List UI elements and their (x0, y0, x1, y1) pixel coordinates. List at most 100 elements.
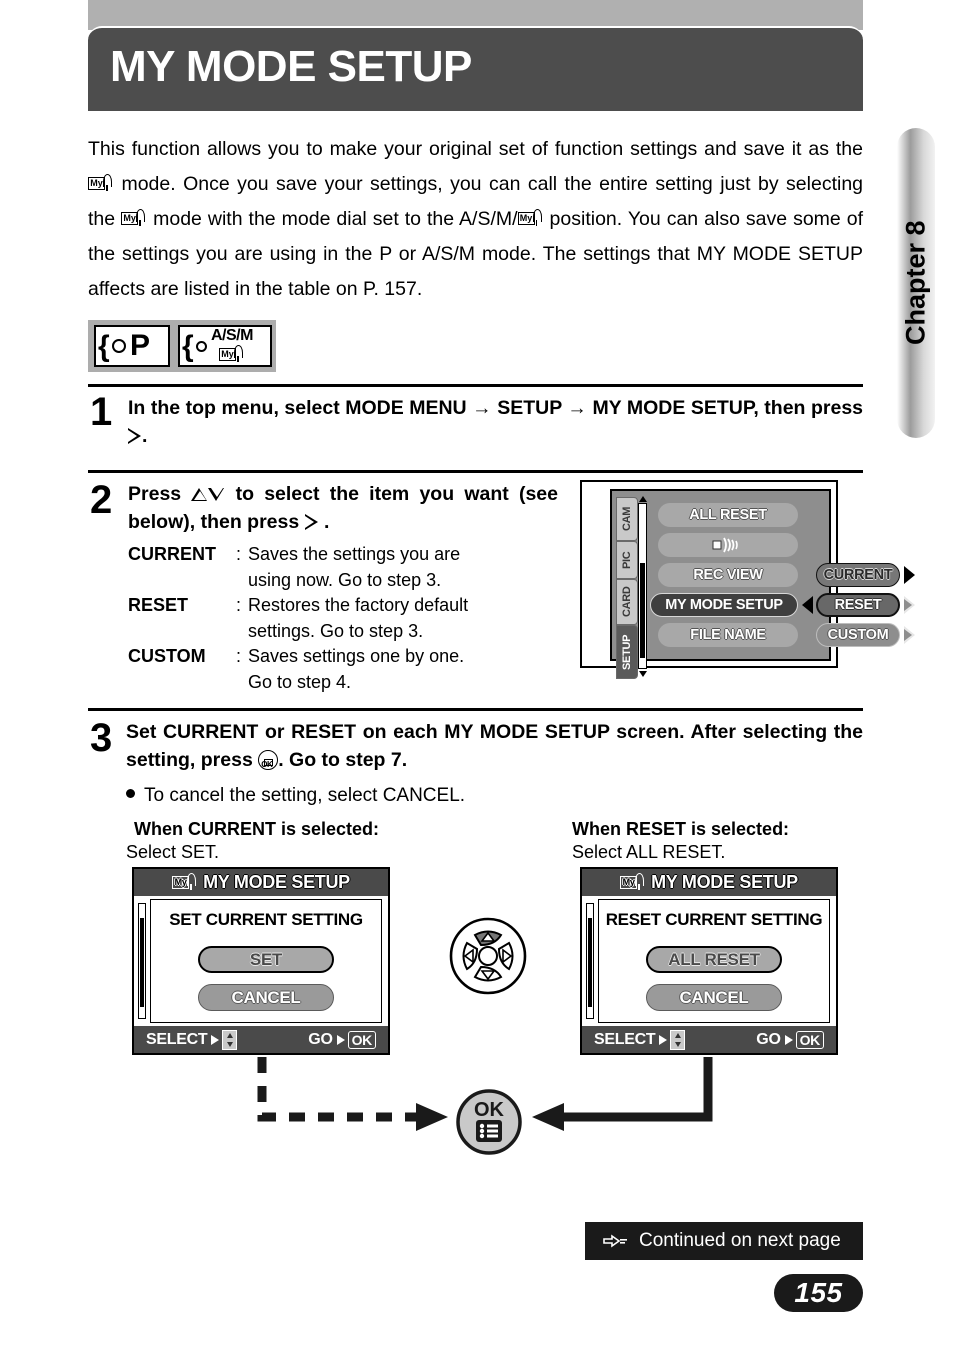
divider-rule-1 (88, 384, 863, 387)
my-mode-icon: My (172, 873, 198, 892)
speaker-icon (712, 537, 738, 553)
bullet-dot-icon (126, 789, 135, 798)
dialog-left-go-label: GO (308, 1030, 333, 1048)
menu-tab-card[interactable]: CARD (616, 579, 638, 625)
right-arrow-glyph-icon (211, 1034, 220, 1045)
dialog-left-set-button[interactable]: SET (198, 946, 334, 973)
brace-glyph: { (98, 330, 110, 363)
menu-item-file-name-label: FILE NAME (690, 627, 766, 643)
right-arrow-button-icon (128, 428, 142, 444)
page-title: MY MODE SETUP (110, 42, 472, 91)
dialog-right-all-reset-label: ALL RESET (668, 949, 760, 969)
menu-option-current[interactable]: CURRENT (816, 563, 900, 587)
intro-text-part1: This function allows you to make your or… (88, 138, 863, 160)
pointing-hand-icon (603, 1234, 627, 1248)
my-mode-icon: My (620, 873, 646, 892)
up-down-stepper-icon (222, 1029, 238, 1050)
definition-continuation: Go to step 4. (248, 671, 352, 692)
continued-banner: Continued on next page (585, 1222, 863, 1260)
step-1-text-c: MY MODE SETUP, then press (592, 397, 864, 419)
dialog-right-select-hint: SELECT (594, 1029, 686, 1050)
four-way-arrow-pad[interactable] (449, 917, 527, 995)
menu-item-all-reset[interactable]: ALL RESET (658, 503, 798, 527)
right-arrow-outline-icon (904, 596, 916, 614)
menu-tab-cam[interactable]: CAM (616, 497, 638, 541)
dialog-left-select-label: SELECT (146, 1030, 208, 1048)
definition-description: Saves the settings you are (248, 544, 461, 564)
continued-banner-text: Continued on next page (639, 1230, 841, 1251)
dialog-right-heading: RESET CURRENT SETTING (605, 910, 823, 929)
mode-dial-p-label: P (130, 329, 151, 362)
dialog-right-body: RESET CURRENT SETTING ALL RESET CANCEL (598, 899, 830, 1023)
dialog-right-cancel-label: CANCEL (679, 987, 749, 1007)
menu-tab-pic[interactable]: PIC (616, 541, 638, 579)
step-3-bullet: To cancel the setting, select CANCEL. (126, 782, 863, 810)
dialog-right-cancel-button[interactable]: CANCEL (646, 984, 782, 1011)
step-2-text: Press to select the item you want (see b… (128, 480, 558, 536)
menu-option-custom[interactable]: CUSTOM (816, 623, 900, 647)
menu-option-reset[interactable]: RESET (816, 593, 900, 617)
step-3-text-b: . Go to step 7. (278, 749, 408, 771)
divider-rule-3 (88, 708, 863, 711)
brace-glyph: { (182, 330, 194, 363)
my-mode-icon-hook (187, 873, 197, 890)
menu-tab-setup[interactable]: SETUP (616, 625, 638, 679)
definition-colon: : (236, 544, 242, 564)
dialog-left-title-bar: My MY MODE SETUP (134, 869, 388, 896)
menu-item-my-mode-setup[interactable]: MY MODE SETUP (650, 593, 798, 617)
menu-scrollbar[interactable] (638, 503, 647, 669)
definition-description: Saves settings one by one. (248, 646, 465, 666)
up-arrow-button-icon (191, 487, 208, 502)
definition-description: Restores the factory default (248, 595, 469, 615)
step-2-definition-list: CURRENT : Saves the settings you are usi… (128, 542, 558, 695)
step-3-bullet-text: To cancel the setting, select CANCEL. (144, 785, 466, 806)
step-2-block: Press to select the item you want (see b… (128, 480, 558, 695)
ok-menu-button[interactable]: OK (456, 1089, 522, 1155)
menu-scrollbar-thumb[interactable] (640, 563, 645, 659)
dialog-left-cancel-button[interactable]: CANCEL (198, 984, 334, 1011)
dialog-left-scrollbar[interactable] (138, 903, 146, 1019)
scroll-down-arrow-icon[interactable] (639, 671, 647, 677)
dial-dot-icon (112, 339, 126, 353)
definition-colon: : (236, 595, 242, 615)
dashed-connector-arrow (257, 1057, 448, 1131)
my-mode-icon-hook (532, 209, 542, 226)
definition-term: RESET (128, 595, 189, 615)
definition-term: CUSTOM (128, 646, 206, 666)
left-arrow-indicator-icon (802, 596, 813, 614)
right-arrow-glyph-icon (659, 1034, 668, 1045)
definition-term: CURRENT (128, 544, 216, 564)
menu-screen-illustration: CAM PIC CARD SETUP ALL RESET REC VIEW MY… (580, 480, 915, 679)
dialog-left-cancel-label: CANCEL (231, 987, 301, 1007)
menu-tab-setup-label: SETUP (621, 634, 633, 670)
menu-item-beep[interactable] (658, 533, 798, 557)
scroll-up-arrow-icon[interactable] (639, 496, 647, 502)
menu-item-rec-view-label: REC VIEW (693, 567, 763, 583)
dial-dot-icon (196, 340, 207, 352)
step-1-number: 1 (90, 390, 113, 434)
dialog-right-go-hint: GO OK (756, 1030, 824, 1049)
menu-option-reset-label: RESET (834, 597, 882, 613)
mode-dial-asm-label: A/S/M (211, 327, 253, 344)
dialog-right-go-label: GO (756, 1030, 781, 1048)
dialog-left-scrollbar-thumb[interactable] (140, 917, 144, 1007)
dialog-right-all-reset-button[interactable]: ALL RESET (646, 946, 782, 973)
dialog-screen-reset-current: My MY MODE SETUP RESET CURRENT SETTING A… (580, 867, 838, 1055)
ok-badge-icon: OK (347, 1030, 376, 1049)
menu-item-rec-view[interactable]: REC VIEW (658, 563, 798, 587)
dialog-left-body: SET CURRENT SETTING SET CANCEL (150, 899, 382, 1023)
dialog-right-scrollbar[interactable] (586, 903, 594, 1019)
mode-dial-asm-wrap: A/S/M My (211, 328, 253, 364)
dialog-right-scrollbar-thumb[interactable] (588, 917, 592, 1007)
my-mode-icon: My (121, 209, 147, 228)
right-arrow-indicator-icon (904, 566, 915, 584)
definition-row: CURRENT : Saves the settings you are (128, 542, 558, 568)
mode-dial-chip-asm: { A/S/M My (178, 325, 272, 367)
step-1-text: In the top menu, select MODE MENU → SETU… (128, 394, 863, 450)
step-2-text-a: Press (128, 483, 182, 505)
chapter-tab-label: Chapter 8 (900, 220, 931, 346)
dialog-left-set-label: SET (249, 949, 283, 969)
arrow-pad-center (478, 946, 498, 966)
menu-item-file-name[interactable]: FILE NAME (658, 623, 798, 647)
step-3-number: 3 (90, 716, 113, 760)
